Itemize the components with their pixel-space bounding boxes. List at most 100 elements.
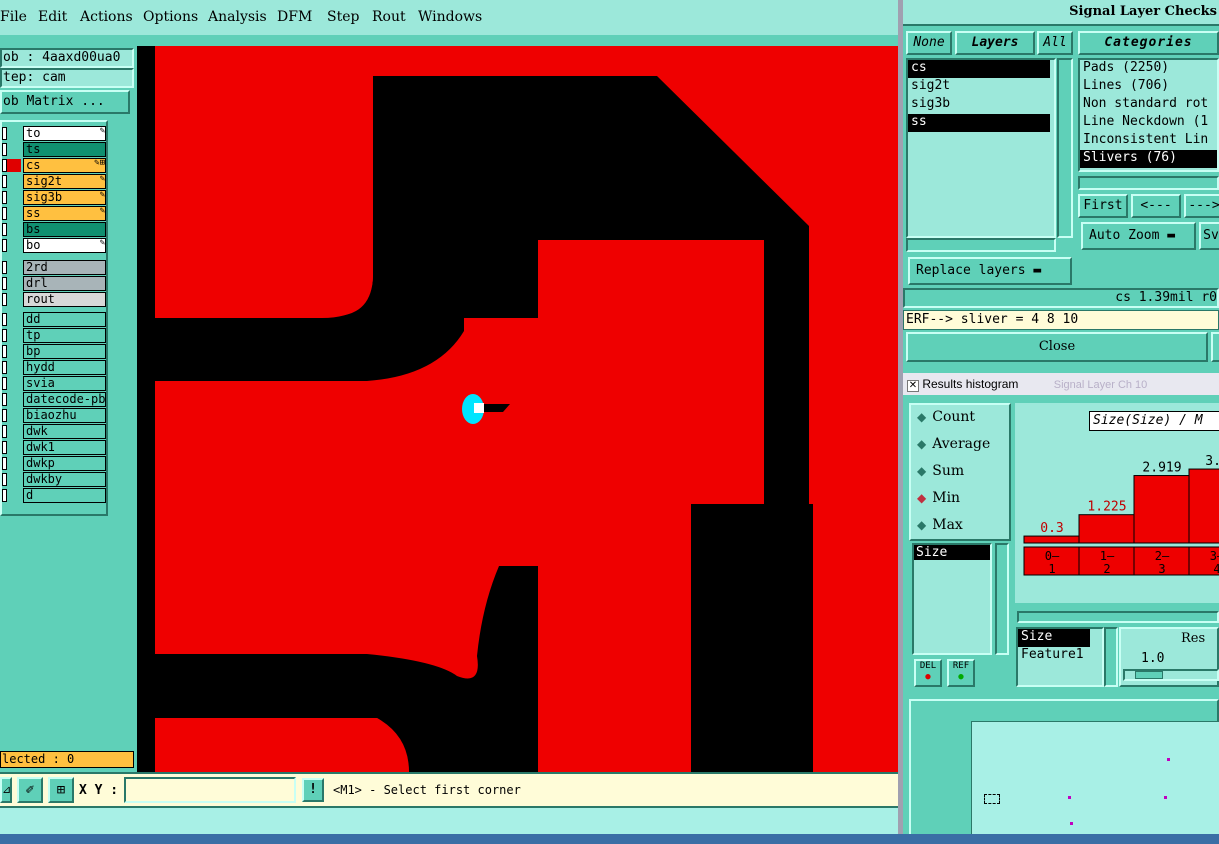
histogram-bar[interactable] [1188, 468, 1219, 544]
layer-checkbox[interactable] [2, 345, 7, 358]
layer-row[interactable]: svia [2, 376, 106, 392]
check-layer-item[interactable]: ss [908, 114, 1050, 132]
layer-name[interactable]: bo [23, 238, 106, 253]
radio-icon[interactable]: ◆ [917, 518, 926, 532]
radio-icon[interactable]: ◆ [917, 437, 926, 451]
layer-checkbox[interactable] [2, 277, 7, 290]
layer-checkbox[interactable] [2, 223, 7, 236]
category-item[interactable]: Lines (706) [1080, 78, 1217, 96]
layer-name[interactable]: dwk1 [23, 440, 106, 455]
menu-dfm[interactable]: DFM [277, 9, 312, 25]
layer-row[interactable]: to ✎ [2, 126, 106, 142]
res-slider-thumb[interactable] [1135, 671, 1163, 679]
snap-icon[interactable]: ⊿ [0, 777, 12, 803]
layer-row[interactable]: cs ✎⊞ [2, 158, 106, 174]
first-button[interactable]: First [1078, 194, 1128, 218]
alert-button[interactable]: ! [302, 778, 324, 802]
menu-options[interactable]: Options [143, 9, 198, 25]
layer-checkbox[interactable] [2, 473, 7, 486]
grid-icon[interactable]: ⊞ [48, 777, 74, 803]
histogram-bar[interactable] [1023, 535, 1080, 544]
layer-checkbox[interactable] [2, 191, 7, 204]
replace-layers-button[interactable]: Replace layers ▬ [908, 257, 1072, 285]
layer-checkbox[interactable] [2, 143, 7, 156]
menu-edit[interactable]: Edit [38, 9, 67, 25]
close-icon[interactable]: ✕ [907, 380, 919, 392]
layer-name[interactable]: dwkby [23, 472, 106, 487]
job-matrix-button[interactable]: ob Matrix ... [0, 90, 130, 114]
layer-name[interactable]: sig2t [23, 174, 106, 189]
menu-step[interactable]: Step [327, 9, 359, 25]
layers-scrollbar-v[interactable] [1057, 58, 1073, 238]
category-item[interactable]: Pads (2250) [1080, 60, 1217, 78]
layer-row[interactable]: ss ✎ [2, 206, 106, 222]
layer-checkbox[interactable] [2, 127, 7, 140]
layer-row[interactable]: rout [2, 292, 106, 308]
layer-checkbox[interactable] [2, 313, 7, 326]
size-scrollbar[interactable] [995, 543, 1009, 655]
radio-icon[interactable]: ◆ [917, 410, 926, 424]
layer-row[interactable]: 2rd [2, 260, 106, 276]
preview-canvas[interactable] [971, 721, 1219, 844]
layer-row[interactable]: sig3b ✎ [2, 190, 106, 206]
chart-scrollbar-h[interactable] [1017, 611, 1219, 623]
histogram-bar[interactable] [1078, 514, 1135, 544]
prev-button[interactable]: <--- [1131, 194, 1181, 218]
layers-listbox[interactable]: cs sig2t sig3b ss [906, 58, 1056, 238]
layer-name[interactable]: 2rd [23, 260, 106, 275]
layer-checkbox[interactable] [2, 377, 7, 390]
measure-icon[interactable]: ✐ [17, 777, 43, 803]
layer-row[interactable]: bo ✎ [2, 238, 106, 254]
layer-row[interactable]: drl [2, 276, 106, 292]
mode-option[interactable]: ◆ Average [911, 432, 1009, 459]
menu-actions[interactable]: Actions [80, 9, 133, 25]
next-button[interactable]: ---> [1184, 194, 1219, 218]
layer-checkbox[interactable] [2, 239, 7, 252]
layer-checkbox[interactable] [2, 393, 7, 406]
layer-name[interactable]: d [23, 488, 106, 503]
layer-checkbox[interactable] [2, 329, 7, 342]
categories-listbox[interactable]: Pads (2250) Lines (706) Non standard rot Li… [1078, 58, 1219, 172]
layers-scrollbar-h[interactable] [906, 238, 1056, 252]
layer-name[interactable]: ts [23, 142, 106, 157]
layer-name[interactable]: to [23, 126, 106, 141]
layer-row[interactable]: dwkby [2, 472, 106, 488]
graphics-canvas[interactable] [137, 46, 898, 772]
ref-button[interactable]: REF ● [947, 659, 975, 687]
layer-row[interactable]: datecode-pbe [2, 392, 106, 408]
layer-name[interactable]: dd [23, 312, 106, 327]
menu-file[interactable]: File [0, 9, 27, 25]
layer-checkbox[interactable] [2, 489, 7, 502]
layer-row[interactable]: hydd [2, 360, 106, 376]
category-item[interactable]: Non standard rot [1080, 96, 1217, 114]
layer-name[interactable]: datecode-pbe [23, 392, 106, 407]
layer-row[interactable]: dwk [2, 424, 106, 440]
histogram-bar[interactable] [1133, 475, 1190, 544]
layer-checkbox[interactable] [2, 261, 7, 274]
menu-windows[interactable]: Windows [418, 9, 482, 25]
layer-row[interactable]: dd [2, 312, 106, 328]
layer-checkbox[interactable] [2, 409, 7, 422]
layer-checkbox[interactable] [2, 425, 7, 438]
field-scrollbar[interactable] [1104, 627, 1118, 687]
mode-option[interactable]: ◆ Min [911, 486, 1009, 513]
extra-button[interactable] [1211, 332, 1219, 362]
all-button[interactable]: All [1037, 31, 1073, 55]
layers-tab[interactable]: Layers [955, 31, 1035, 55]
sv-button[interactable]: Sv [1199, 222, 1219, 250]
check-layer-item[interactable]: cs [908, 60, 1050, 78]
layer-row[interactable]: biaozhu [2, 408, 106, 424]
check-layer-item[interactable]: sig3b [908, 96, 1050, 114]
layer-name[interactable]: bs [23, 222, 106, 237]
layer-row[interactable]: tp [2, 328, 106, 344]
layer-name[interactable]: tp [23, 328, 106, 343]
categories-scrollbar-h[interactable] [1078, 176, 1219, 190]
layer-row[interactable]: dwk1 [2, 440, 106, 456]
layer-checkbox[interactable] [2, 441, 7, 454]
layer-name[interactable]: rout [23, 292, 106, 307]
mode-option[interactable]: ◆ Count [911, 405, 1009, 432]
del-button[interactable]: DEL ● [914, 659, 942, 687]
none-button[interactable]: None [906, 31, 952, 55]
xy-input[interactable] [124, 777, 296, 803]
layer-checkbox[interactable] [2, 175, 7, 188]
